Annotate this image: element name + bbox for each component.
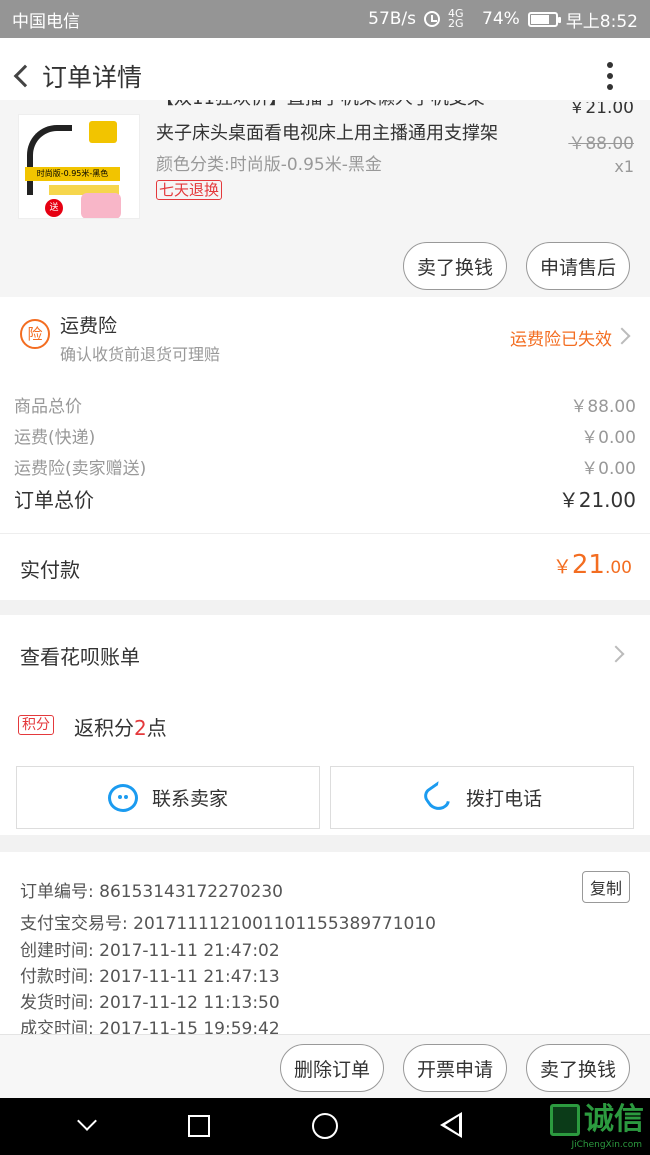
order-info: 订单编号: 86153143172270230 复制 支付宝交易号: 20171… <box>0 852 650 1034</box>
points-badge: 积分 <box>18 715 54 735</box>
product-image[interactable]: 时尚版-0.95米-黑色 送 <box>18 114 140 219</box>
shipped-time: 发货时间: 2017-11-12 11:13:50 <box>20 993 280 1013</box>
chevron-right-icon <box>607 645 625 663</box>
product-original-price: ￥88.00 <box>568 134 634 154</box>
sell-exchange-button[interactable]: 卖了换钱 <box>403 242 507 290</box>
status-icons: 57B/s 4G 2G 74% 早上8:52 <box>368 7 638 32</box>
recents-icon[interactable] <box>188 1115 210 1137</box>
back-triangle-icon[interactable] <box>440 1112 462 1138</box>
seven-day-return-badge: 七天退换 <box>156 180 223 200</box>
paid-time: 付款时间: 2017-11-11 21:47:13 <box>20 967 280 987</box>
closed-time: 成交时间: 2017-11-15 19:59:42 <box>20 1019 280 1034</box>
dot-icon <box>607 62 613 68</box>
battery-icon <box>527 11 561 27</box>
order-total-row: 订单总价 ￥21.00 <box>14 484 636 513</box>
paid-amount-dec: .00 <box>604 558 632 578</box>
home-icon[interactable] <box>312 1113 338 1139</box>
insurance-fee-label: 运费险(卖家赠送) <box>14 459 147 479</box>
price-breakdown: 商品总价 ￥88.00 运费(快递) ￥0.00 运费险(卖家赠送) ￥0.00… <box>0 375 650 533</box>
after-sale-button[interactable]: 申请售后 <box>526 242 630 290</box>
product-title-line1: 【双11狂欢价】直播手机架懒人手机支架 <box>156 100 528 117</box>
bottom-action-bar: 删除订单 开票申请 卖了换钱 <box>0 1034 650 1098</box>
points-text: 返积分2点 <box>74 712 167 741</box>
order-total-value: ￥21.00 <box>558 488 636 512</box>
huabei-section: 查看花呗账单 积分 返积分2点 联系卖家 拨打电话 <box>0 615 650 835</box>
watermark: 诚信 <box>550 1104 644 1136</box>
watermark-url: JiChengXin.com <box>571 1140 642 1150</box>
call-phone-button[interactable]: 拨打电话 <box>330 766 634 829</box>
sell-exchange-button-bottom[interactable]: 卖了换钱 <box>526 1044 630 1092</box>
image-tag: 时尚版-0.95米-黑色 <box>25 167 120 181</box>
huabei-bill-label: 查看花呗账单 <box>20 645 140 669</box>
signal-icon: 4G 2G <box>448 7 464 30</box>
contact-seller-label: 联系卖家 <box>151 788 228 810</box>
product-price: ￥21.00 <box>568 102 634 122</box>
dot-icon <box>607 73 613 79</box>
product-sku: 颜色分类:时尚版-0.95米-黑金 <box>156 155 382 175</box>
paid-amount: ￥21.00 <box>553 550 632 580</box>
phone-clip-graphic <box>89 121 117 143</box>
gift-badge: 送 <box>45 199 63 217</box>
system-nav-bar: 诚信 JiChengXin.com <box>0 1098 650 1155</box>
shipping-label: 运费(快递) <box>14 428 96 448</box>
page-title: 订单详情 <box>42 63 143 92</box>
gift-ring-graphic <box>81 193 121 218</box>
product-title-line2: 夹子床头桌面看电视床上用主播通用支撑架 <box>156 123 498 144</box>
insurance-subtitle: 确认收货前退货可理赔 <box>60 345 221 364</box>
alarm-icon <box>424 11 441 27</box>
points-suffix: 点 <box>146 716 167 740</box>
shipping-insurance-row[interactable]: 险 运费险 确认收货前退货可理赔 运费险已失效 <box>0 297 650 375</box>
watermark-logo-icon <box>550 1104 580 1136</box>
chevron-left-icon <box>13 64 37 88</box>
invoice-request-button[interactable]: 开票申请 <box>403 1044 507 1092</box>
product-title[interactable]: 【双11狂欢价】直播手机架懒人手机支架 夹子床头桌面看电视床上用主播通用支撑架 <box>156 100 528 150</box>
alipay-trade-number: 支付宝交易号: 2017111121001101155389771010 <box>20 914 436 934</box>
goods-total-value: ￥88.00 <box>570 397 636 417</box>
insurance-icon: 险 <box>20 319 50 349</box>
contact-seller-button[interactable]: 联系卖家 <box>16 766 320 829</box>
delete-order-button[interactable]: 删除订单 <box>280 1044 384 1092</box>
status-bar: 中国电信 57B/s 4G 2G 74% 早上8:52 <box>0 0 650 38</box>
product-quantity: x1 <box>614 157 634 176</box>
goods-total-label: 商品总价 <box>14 397 82 417</box>
insurance-fee-row: 运费险(卖家赠送) ￥0.00 <box>14 454 636 479</box>
battery-percent: 74% <box>482 9 520 29</box>
carrier-name: 中国电信 <box>12 11 80 32</box>
chat-face-icon <box>107 783 138 812</box>
shipping-value: ￥0.00 <box>581 428 636 448</box>
hide-keyboard-icon[interactable] <box>77 1111 97 1131</box>
product-card[interactable]: 【双11狂欢价】直播手机架懒人手机支架 夹子床头桌面看电视床上用主播通用支撑架 … <box>0 100 650 297</box>
points-count: 2 <box>134 716 147 740</box>
product-price-text: ￥21.00 <box>568 102 634 118</box>
paid-currency: ￥ <box>552 556 572 578</box>
order-number: 订单编号: 86153143172270230 <box>20 882 284 902</box>
shipping-row: 运费(快递) ￥0.00 <box>14 423 636 448</box>
paid-amount-int: 21 <box>571 550 605 580</box>
insurance-fee-value: ￥0.00 <box>581 459 636 479</box>
points-prefix: 返积分 <box>74 716 134 740</box>
insurance-title: 运费险 <box>60 315 118 337</box>
call-phone-label: 拨打电话 <box>465 788 542 810</box>
paid-amount-row: 实付款 ￥21.00 <box>0 533 650 600</box>
clock: 早上8:52 <box>565 11 638 32</box>
network-speed: 57B/s <box>368 9 417 29</box>
copy-button[interactable]: 复制 <box>582 871 630 903</box>
created-time: 创建时间: 2017-11-11 21:47:02 <box>20 941 280 961</box>
insurance-status: 运费险已失效 <box>510 330 612 350</box>
chevron-right-icon <box>613 327 631 345</box>
order-total-label: 订单总价 <box>14 488 94 512</box>
huabei-bill-row[interactable]: 查看花呗账单 <box>0 615 650 693</box>
goods-total-row: 商品总价 ￥88.00 <box>14 392 636 417</box>
phone-icon <box>420 780 454 815</box>
dot-icon <box>607 84 613 90</box>
paid-label: 实付款 <box>20 558 80 582</box>
watermark-text: 诚信 <box>584 1102 644 1137</box>
